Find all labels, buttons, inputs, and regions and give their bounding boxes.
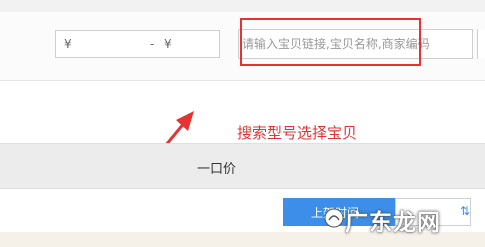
sort-arrows-icon[interactable]: ⇅	[460, 204, 470, 218]
watermark-text: 广东龙网	[345, 210, 441, 236]
column-header-price[interactable]: 一口价	[197, 158, 236, 177]
table-header: 一口价	[0, 143, 485, 189]
annotation-text: 搜索型号选择宝贝	[237, 124, 358, 142]
watermark-logo-icon	[324, 208, 344, 228]
